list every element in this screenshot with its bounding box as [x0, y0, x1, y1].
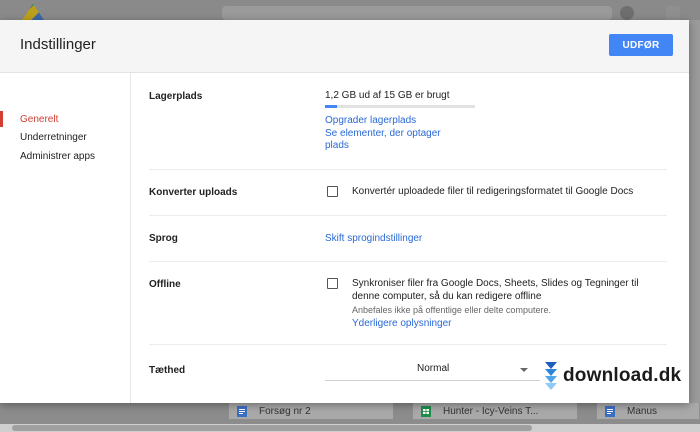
- storage-setting-row: Lagerplads 1,2 GB ud af 15 GB er brugt O…: [149, 73, 667, 170]
- upgrade-storage-link[interactable]: Opgrader lagerplads: [325, 115, 416, 126]
- convert-uploads-row: Konverter uploads Konvertér uploadede fi…: [149, 169, 667, 216]
- offline-checkbox[interactable]: [327, 278, 338, 289]
- background-search-bar: [222, 6, 612, 20]
- offline-text-line1: Synkroniser filer fra Google Docs, Sheet…: [352, 278, 639, 289]
- settings-content: Lagerplads 1,2 GB ud af 15 GB er brugt O…: [131, 73, 689, 403]
- storage-items-link[interactable]: Se elementer, der optager: [325, 128, 441, 139]
- watermark-text: download.dk: [563, 365, 682, 386]
- sidebar-item-general[interactable]: Generelt: [0, 110, 130, 128]
- horizontal-scrollbar-thumb[interactable]: [12, 425, 532, 431]
- storage-usage-text: 1,2 GB ud af 15 GB er brugt: [325, 90, 450, 101]
- storage-label: Lagerplads: [149, 91, 203, 102]
- settings-sidebar: Generelt Underretninger Administrer apps: [0, 73, 131, 403]
- convert-uploads-checkbox[interactable]: [327, 186, 338, 197]
- density-select[interactable]: Normal: [325, 358, 540, 381]
- convert-uploads-label: Konverter uploads: [149, 187, 238, 198]
- storage-items-link-continued[interactable]: plads: [325, 140, 349, 151]
- settings-dialog: Indstillinger UDFØR Generelt Underretnin…: [0, 20, 689, 403]
- chevron-down-icon: [520, 368, 528, 372]
- storage-progress-bar: [325, 105, 475, 108]
- convert-uploads-text: Konvertér uploadede filer til redigering…: [352, 186, 634, 197]
- language-row: Sprog Skift sprogindstillinger: [149, 215, 667, 262]
- offline-text-line2: denne computer, så du kan redigere offli…: [352, 291, 542, 302]
- offline-label: Offline: [149, 279, 181, 290]
- background-file-name: Forsøg nr 2: [259, 405, 311, 417]
- density-selected-value: Normal: [417, 363, 450, 374]
- offline-note: Anbefales ikke på offentlige eller delte…: [352, 305, 551, 315]
- sidebar-item-label: Underretninger: [20, 131, 87, 143]
- storage-progress-fill: [325, 105, 337, 108]
- sheets-icon: [421, 405, 431, 417]
- sidebar-item-label: Administrer apps: [20, 150, 96, 162]
- language-label: Sprog: [149, 233, 178, 244]
- sidebar-item-notifications[interactable]: Underretninger: [0, 128, 130, 146]
- background-file-item: Hunter - Icy-Veins T...: [412, 402, 578, 420]
- density-label: Tæthed: [149, 365, 186, 376]
- drive-logo-icon: [22, 4, 44, 20]
- vertical-scrollbar[interactable]: [689, 20, 700, 403]
- dialog-header: Indstillinger UDFØR: [0, 20, 689, 73]
- background-file-name: Manus: [627, 405, 658, 417]
- offline-more-info-link[interactable]: Yderligere oplysninger: [352, 318, 452, 329]
- dialog-title: Indstillinger: [20, 36, 96, 53]
- language-settings-link[interactable]: Skift sprogindstillinger: [325, 233, 422, 244]
- docs-icon: [237, 405, 247, 417]
- offline-row: Offline Synkroniser filer fra Google Doc…: [149, 261, 667, 345]
- background-file-name: Hunter - Icy-Veins T...: [443, 405, 539, 417]
- sidebar-item-label: Generelt: [20, 113, 59, 125]
- background-apps-icon: [666, 6, 680, 20]
- background-file-item: Forsøg nr 2: [228, 402, 394, 420]
- density-select-underline: [325, 380, 540, 381]
- sidebar-item-manage-apps[interactable]: Administrer apps: [0, 147, 130, 165]
- download-dk-watermark: download.dk: [545, 361, 681, 391]
- background-avatar: [620, 6, 634, 20]
- download-arrows-icon: [545, 362, 557, 390]
- background-app-header: [0, 0, 700, 20]
- docs-icon: [605, 405, 615, 417]
- background-file-item: Manus: [596, 402, 700, 420]
- done-button[interactable]: UDFØR: [609, 34, 673, 56]
